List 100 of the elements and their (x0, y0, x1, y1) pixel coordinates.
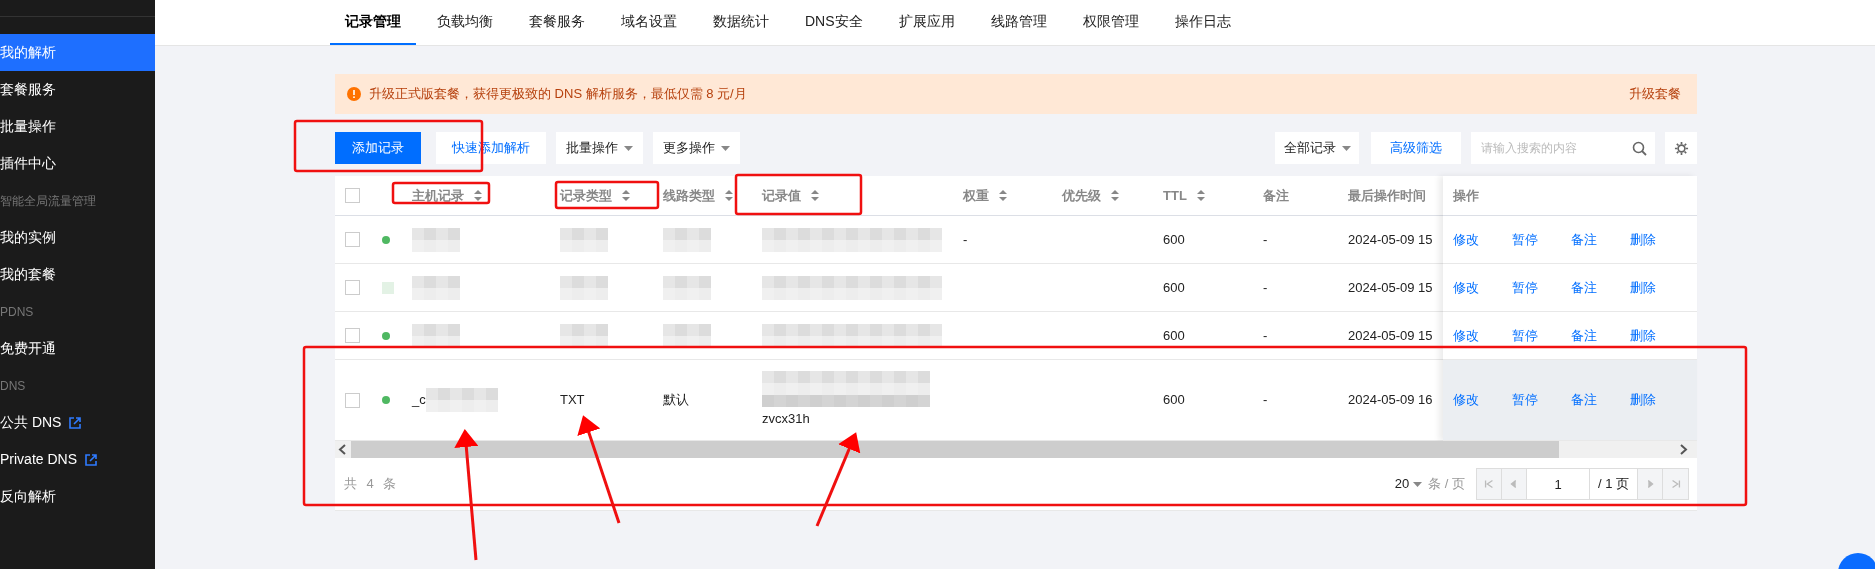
sidebar-item[interactable]: 我的套餐 (0, 256, 155, 293)
sort-icon[interactable] (622, 190, 630, 201)
action-link[interactable]: 删除 (1630, 390, 1656, 410)
search-field[interactable]: 请输入搜索的内容 (1471, 132, 1623, 164)
action-link[interactable]: 修改 (1453, 229, 1479, 250)
dropdown-button[interactable]: 批量操作 (556, 132, 643, 164)
caret-icon (1413, 481, 1423, 487)
table-cell-text: 600 (1163, 391, 1185, 410)
checkbox[interactable] (345, 392, 360, 408)
sidebar-item[interactable]: 我的实例 (0, 219, 155, 256)
sidebar-section-label: PDNS (0, 303, 35, 321)
sort-icon[interactable] (1111, 190, 1119, 201)
table-cell-text: _c (412, 391, 426, 410)
column-header: 记录类型 (560, 186, 612, 205)
table-cell-text: zvcx31h (762, 410, 811, 429)
sort-icon[interactable] (474, 190, 482, 201)
action-link[interactable]: 修改 (1453, 325, 1479, 346)
info-icon (347, 87, 361, 101)
action-link[interactable]: 备注 (1571, 325, 1597, 346)
sort-icon[interactable] (999, 190, 1007, 201)
upgrade-link[interactable]: 升级套餐 (1629, 84, 1681, 104)
tab[interactable]: DNS安全 (790, 0, 878, 45)
sidebar-section-label: 智能全局流量管理 (0, 192, 97, 210)
search-button[interactable] (1623, 132, 1655, 164)
action-link[interactable]: 暂停 (1512, 229, 1538, 250)
column-header: 权重 (963, 186, 989, 205)
sort-icon[interactable] (725, 190, 733, 201)
table-cell-text: 600 (1163, 230, 1185, 249)
action-link[interactable]: 暂停 (1512, 277, 1538, 298)
tab[interactable]: 套餐服务 (514, 0, 600, 45)
sidebar-item[interactable]: 我的解析 (0, 34, 155, 71)
action-link[interactable]: 备注 (1571, 390, 1597, 410)
tab[interactable]: 记录管理 (330, 0, 416, 45)
action-link[interactable]: 修改 (1453, 390, 1479, 410)
tab[interactable]: 域名设置 (606, 0, 692, 45)
column-header: TTL (1163, 186, 1187, 205)
table-cell-text: 2024-05-09 16 (1348, 391, 1433, 410)
column-header: 记录值 (762, 186, 801, 205)
table-cell-text: 2024-05-09 15 (1348, 230, 1433, 249)
checkbox[interactable] (345, 232, 360, 247)
table-cell-text: 600 (1163, 326, 1185, 345)
sidebar-item[interactable]: 套餐服务 (0, 71, 155, 108)
table-cell-text: 600 (1163, 278, 1185, 297)
column-header: 最后操作时间 (1348, 186, 1426, 205)
dropdown-button[interactable]: 更多操作 (653, 132, 740, 164)
tab[interactable]: 扩展应用 (883, 0, 970, 45)
sort-icon[interactable] (811, 190, 819, 201)
column-header: 优先级 (1062, 186, 1101, 205)
banner-message: 升级正式版套餐，获得更极致的 DNS 解析服务，最低仅需 8 元/月 (369, 85, 747, 104)
total-count: 共 4 条 (344, 475, 400, 494)
record-filter-dropdown[interactable]: 全部记录 (1275, 132, 1359, 164)
page-size-unit: 条 / 页 (1428, 475, 1465, 494)
action-link[interactable]: 删除 (1630, 325, 1656, 346)
sidebar-item[interactable]: 免费开通 (0, 330, 155, 367)
first-page-icon (1483, 477, 1495, 491)
caret-icon (721, 145, 730, 151)
tab[interactable]: 权限管理 (1067, 0, 1154, 45)
table-cell-text: 默认 (663, 391, 689, 410)
caret-icon (1341, 145, 1351, 151)
action-link[interactable]: 备注 (1571, 277, 1597, 298)
column-header: 备注 (1263, 186, 1289, 205)
add-record-button[interactable]: 添加记录 (335, 132, 421, 164)
tab[interactable]: 操作日志 (1159, 0, 1246, 45)
table-cell-text: 2024-05-09 15 (1348, 278, 1433, 297)
column-header: 主机记录 (412, 186, 464, 205)
sidebar-item[interactable]: 反向解析 (0, 478, 155, 515)
sidebar-item[interactable]: 公共 DNS (0, 404, 155, 441)
table-cell-text: - (963, 230, 968, 249)
table-cell-text: 2024-05-09 15 (1348, 326, 1433, 345)
action-link[interactable]: 暂停 (1512, 325, 1538, 346)
column-header: 线路类型 (663, 186, 715, 205)
tab[interactable]: 负载均衡 (422, 0, 508, 45)
checkbox[interactable] (345, 328, 360, 343)
tab[interactable]: 线路管理 (975, 0, 1062, 45)
sidebar-item[interactable]: 插件中心 (0, 145, 155, 182)
checkbox[interactable] (345, 280, 360, 295)
sidebar-section-label: DNS (0, 377, 27, 395)
sidebar-item[interactable]: 批量操作 (0, 108, 155, 145)
action-link[interactable]: 删除 (1630, 229, 1656, 250)
sort-icon[interactable] (1196, 190, 1205, 201)
settings-button[interactable] (1665, 132, 1697, 164)
table-cell-text: TXT (560, 391, 585, 410)
search-icon (1631, 140, 1647, 156)
page-size-dropdown[interactable]: 20 (1394, 474, 1423, 494)
table-cell-text: - (1263, 230, 1268, 249)
table-cell-text: - (1263, 278, 1268, 297)
table-cell-text: - (1263, 391, 1268, 410)
checkbox[interactable] (345, 188, 360, 203)
settings-icon (1673, 140, 1689, 156)
tab[interactable]: 数据统计 (698, 0, 784, 45)
pagination-control[interactable]: 1 / 1 页 (1477, 469, 1688, 499)
column-header: 操作 (1453, 186, 1479, 205)
action-link[interactable]: 修改 (1453, 277, 1479, 298)
action-link[interactable]: 暂停 (1512, 390, 1538, 410)
sidebar-item[interactable]: Private DNS (0, 441, 155, 478)
advanced-filter-button[interactable]: 高级筛选 (1371, 132, 1461, 164)
action-link[interactable]: 备注 (1571, 229, 1597, 250)
table-cell-text: - (1263, 326, 1268, 345)
action-link[interactable]: 删除 (1630, 277, 1656, 298)
caret-icon (624, 145, 633, 151)
